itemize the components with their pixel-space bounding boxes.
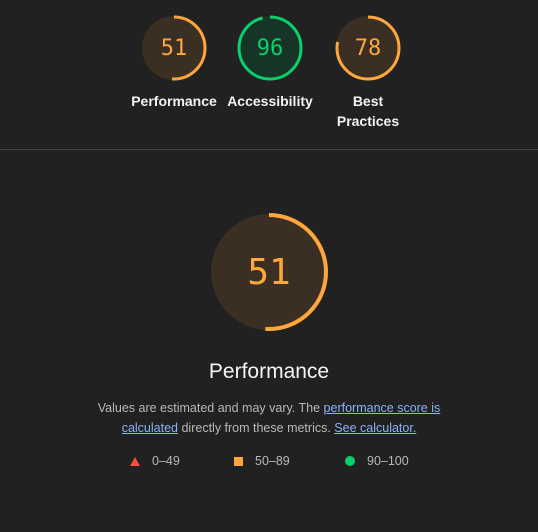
section-divider [0, 149, 538, 150]
main-performance-title: Performance [208, 360, 330, 383]
legend-average: 50–89 [234, 454, 290, 468]
accessibility-gauge[interactable]: 96 Accessibility [220, 13, 320, 111]
legend-fail-label: 0–49 [152, 454, 180, 468]
description-text-1: Values are estimated and may vary. The [97, 401, 324, 415]
best-practices-score: 78 [354, 35, 382, 61]
performance-score: 51 [160, 35, 188, 61]
square-icon [234, 456, 243, 466]
category-gauges: 51 Performance 96 Accessibility 78 Best P… [0, 0, 538, 150]
main-performance-score: 51 [247, 251, 291, 293]
legend-pass: 90–100 [345, 454, 409, 468]
best-practices-gauge[interactable]: 78 Best Practices [318, 13, 418, 131]
score-description: Values are estimated and may vary. The p… [80, 398, 458, 438]
score-legend: 0–49 50–89 90–100 [0, 454, 538, 472]
triangle-icon [130, 456, 140, 466]
best-practices-label: Best Practices [336, 93, 400, 129]
see-calculator-link[interactable]: See calculator. [334, 421, 416, 435]
legend-pass-label: 90–100 [367, 454, 409, 468]
legend-average-label: 50–89 [255, 454, 290, 468]
main-performance-gauge: 51 [209, 212, 329, 332]
legend-fail: 0–49 [130, 454, 180, 468]
accessibility-label: Accessibility [227, 93, 313, 109]
circle-icon [345, 456, 355, 466]
accessibility-score: 96 [256, 35, 284, 61]
description-text-2: directly from these metrics. [178, 421, 335, 435]
performance-gauge[interactable]: 51 Performance [124, 13, 224, 111]
performance-label: Performance [131, 93, 217, 109]
